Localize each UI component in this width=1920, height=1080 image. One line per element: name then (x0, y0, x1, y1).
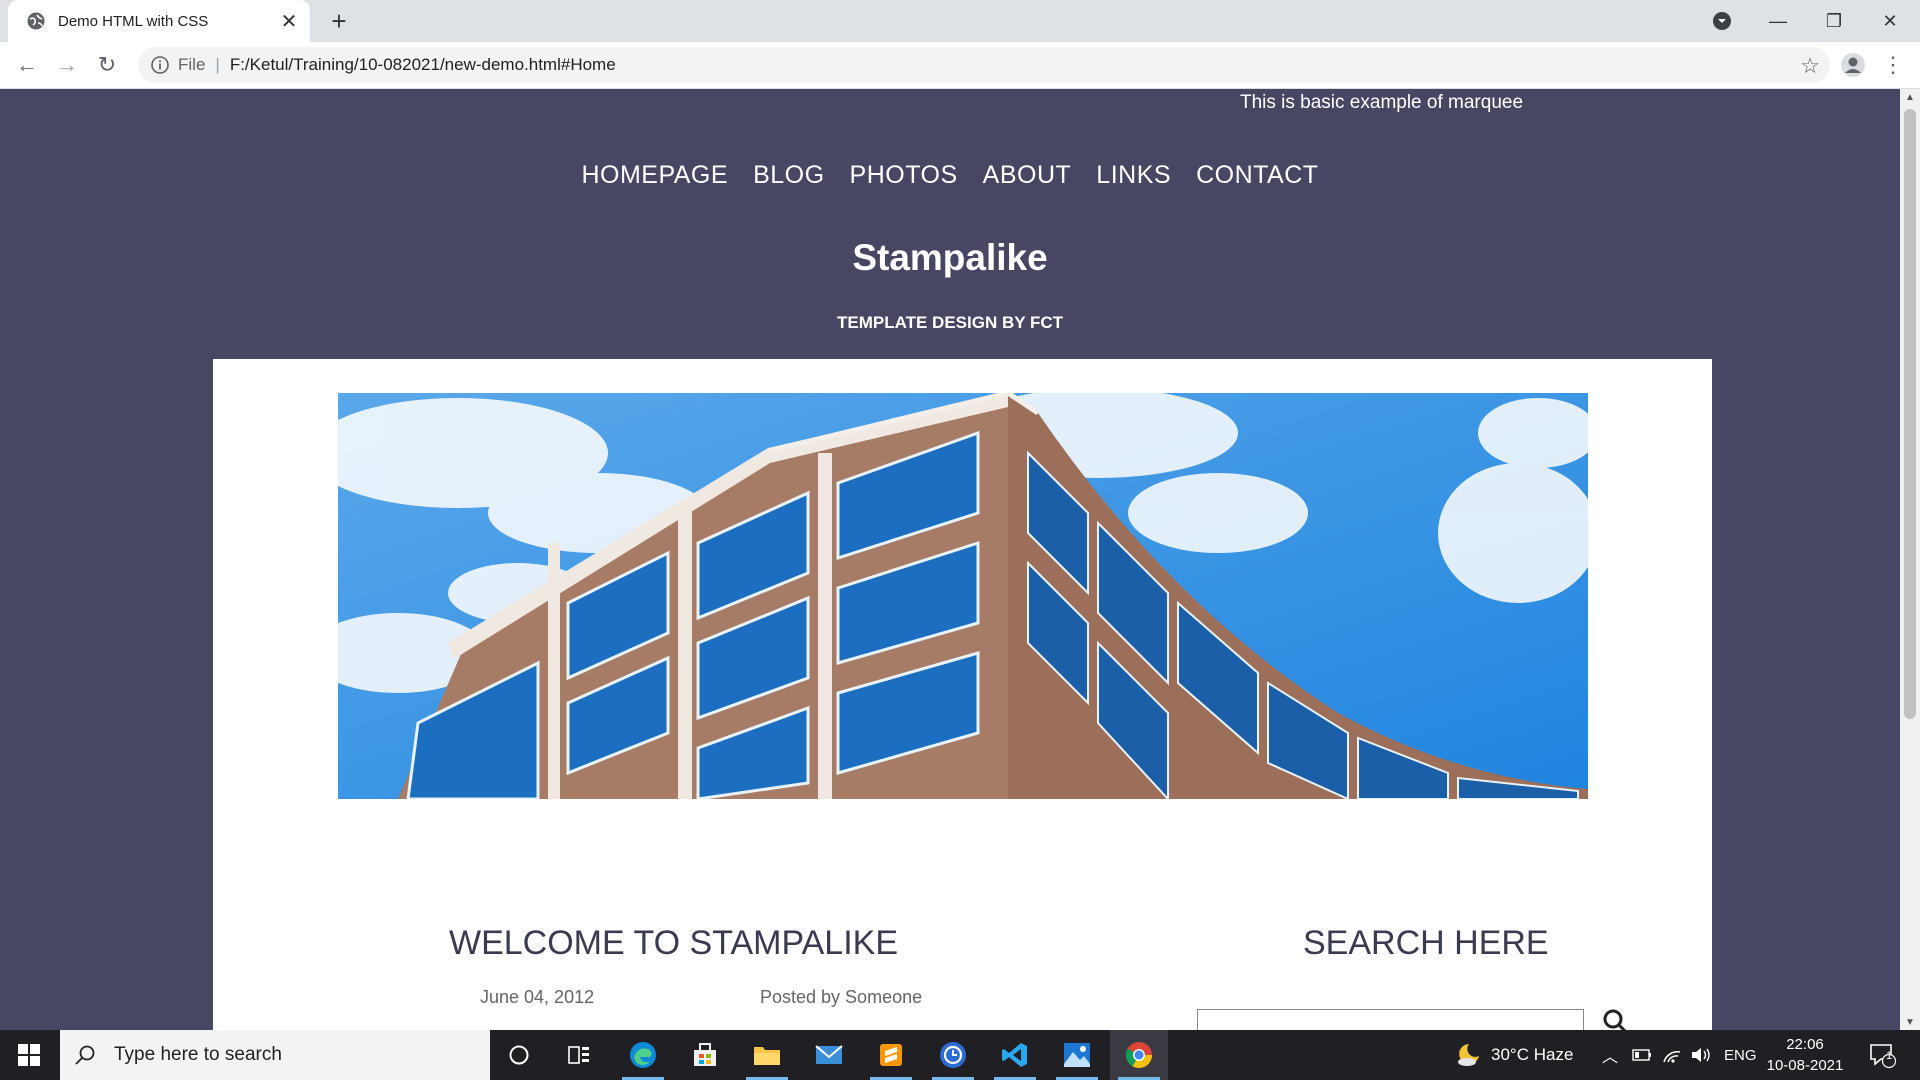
minimize-button[interactable]: — (1750, 0, 1806, 42)
task-view-icon[interactable] (550, 1030, 608, 1080)
search-icon[interactable] (1601, 1007, 1629, 1030)
web-page: This is basic example of marquee HOMEPAG… (0, 89, 1900, 1030)
nav-link-photos[interactable]: PHOTOS (850, 161, 958, 190)
clock-date: 10-08-2021 (1766, 1057, 1844, 1074)
address-bar[interactable]: File | F:/Ketul/Training/10-082021/new-d… (138, 47, 1830, 83)
more-menu-icon[interactable]: ⋮ (1878, 50, 1908, 80)
language-indicator[interactable]: ENG (1724, 1030, 1757, 1080)
taskbar-search-box[interactable]: Type here to search (60, 1030, 490, 1080)
scroll-down-arrow-icon[interactable]: ▼ (1900, 1014, 1920, 1030)
new-tab-button[interactable]: + (324, 6, 354, 36)
back-arrow-icon[interactable]: ← (12, 50, 42, 80)
scroll-up-arrow-icon[interactable]: ▲ (1900, 89, 1920, 105)
bookmark-star-icon[interactable]: ☆ (1800, 53, 1820, 79)
windows-logo-icon (18, 1044, 40, 1066)
moon-cloud-icon (1458, 1044, 1479, 1066)
profile-menu-icon[interactable] (1694, 0, 1750, 42)
wifi-icon[interactable] (1662, 1030, 1682, 1080)
marquee-text: This is basic example of marquee (1240, 92, 1524, 113)
file-explorer-icon[interactable] (738, 1030, 796, 1080)
tab-title: Demo HTML with CSS (58, 12, 209, 30)
post-date: June 04, 2012 (480, 987, 595, 1007)
taskbar-search-placeholder: Type here to search (114, 1044, 282, 1065)
search-input[interactable] (1197, 1009, 1584, 1030)
post-heading: WELCOME TO STAMPALIKE (449, 924, 899, 962)
photos-icon[interactable] (1048, 1030, 1106, 1080)
restore-button[interactable]: ❐ (1806, 0, 1862, 42)
show-hidden-icons-chevron-icon[interactable]: ︿ (1602, 1030, 1618, 1080)
edge-browser-icon[interactable] (614, 1030, 672, 1080)
vscode-icon[interactable] (986, 1030, 1044, 1080)
windows-taskbar: Type here to search 30°C Haze ︿ ENG 22:0… (0, 1030, 1920, 1080)
browser-toolbar: ← → ↻ File | F:/Ketul/Training/10-082021… (0, 42, 1920, 89)
mail-icon[interactable] (800, 1030, 858, 1080)
microsoft-store-icon[interactable] (676, 1030, 734, 1080)
reload-icon[interactable]: ↻ (92, 50, 122, 80)
scrollbar-thumb[interactable] (1904, 109, 1916, 719)
close-window-button[interactable]: ✕ (1862, 0, 1918, 42)
address-separator: | (215, 55, 220, 74)
forward-arrow-icon[interactable]: → (52, 50, 82, 80)
browser-tab-strip: Demo HTML with CSS ✕ + — ❐ ✕ (0, 0, 1920, 42)
battery-icon[interactable] (1632, 1030, 1652, 1080)
system-clock[interactable]: 22:06 10-08-2021 (1760, 1034, 1850, 1076)
close-tab-icon[interactable]: ✕ (276, 8, 302, 34)
address-scheme-label: File (178, 55, 206, 74)
sublime-text-icon[interactable] (862, 1030, 920, 1080)
site-navigation: HOMEPAGE BLOG PHOTOS ABOUT LINKS CONTACT (0, 161, 1900, 190)
clock-app-icon[interactable] (924, 1030, 982, 1080)
clock-time: 22:06 (1786, 1036, 1824, 1053)
site-subtitle: TEMPLATE DESIGN BY FCT (836, 313, 1064, 332)
nav-link-blog[interactable]: BLOG (753, 161, 824, 190)
notification-count: 1 (1886, 1050, 1893, 1062)
content-panel: WELCOME TO STAMPALIKE June 04, 2012 Post… (213, 359, 1712, 1030)
weather-text: 30°C Haze (1491, 1045, 1574, 1064)
chrome-browser-icon[interactable] (1110, 1030, 1168, 1080)
volume-icon[interactable] (1690, 1030, 1712, 1080)
nav-link-homepage[interactable]: HOMEPAGE (581, 161, 728, 190)
info-icon[interactable] (150, 55, 170, 75)
cortana-icon[interactable] (490, 1030, 548, 1080)
hero-building-image (338, 393, 1588, 799)
nav-link-links[interactable]: LINKS (1096, 161, 1171, 190)
notification-center-icon[interactable]: 1 (1868, 1030, 1896, 1080)
page-scrollbar[interactable]: ▲ ▼ (1900, 89, 1920, 1030)
nav-link-contact[interactable]: CONTACT (1196, 161, 1318, 190)
weather-widget[interactable]: 30°C Haze (1455, 1030, 1573, 1080)
search-icon (75, 1045, 95, 1065)
browser-tab[interactable]: Demo HTML with CSS ✕ (8, 0, 310, 42)
search-heading: SEARCH HERE (1303, 924, 1549, 962)
address-url[interactable]: F:/Ketul/Training/10-082021/new-demo.htm… (230, 55, 616, 75)
globe-icon (27, 12, 45, 30)
nav-link-about[interactable]: ABOUT (983, 161, 1072, 190)
post-author: Posted by Someone (760, 987, 923, 1007)
account-avatar-icon[interactable] (1838, 50, 1868, 80)
site-title: Stampalike (852, 237, 1048, 278)
windows-start-button[interactable] (0, 1030, 58, 1080)
